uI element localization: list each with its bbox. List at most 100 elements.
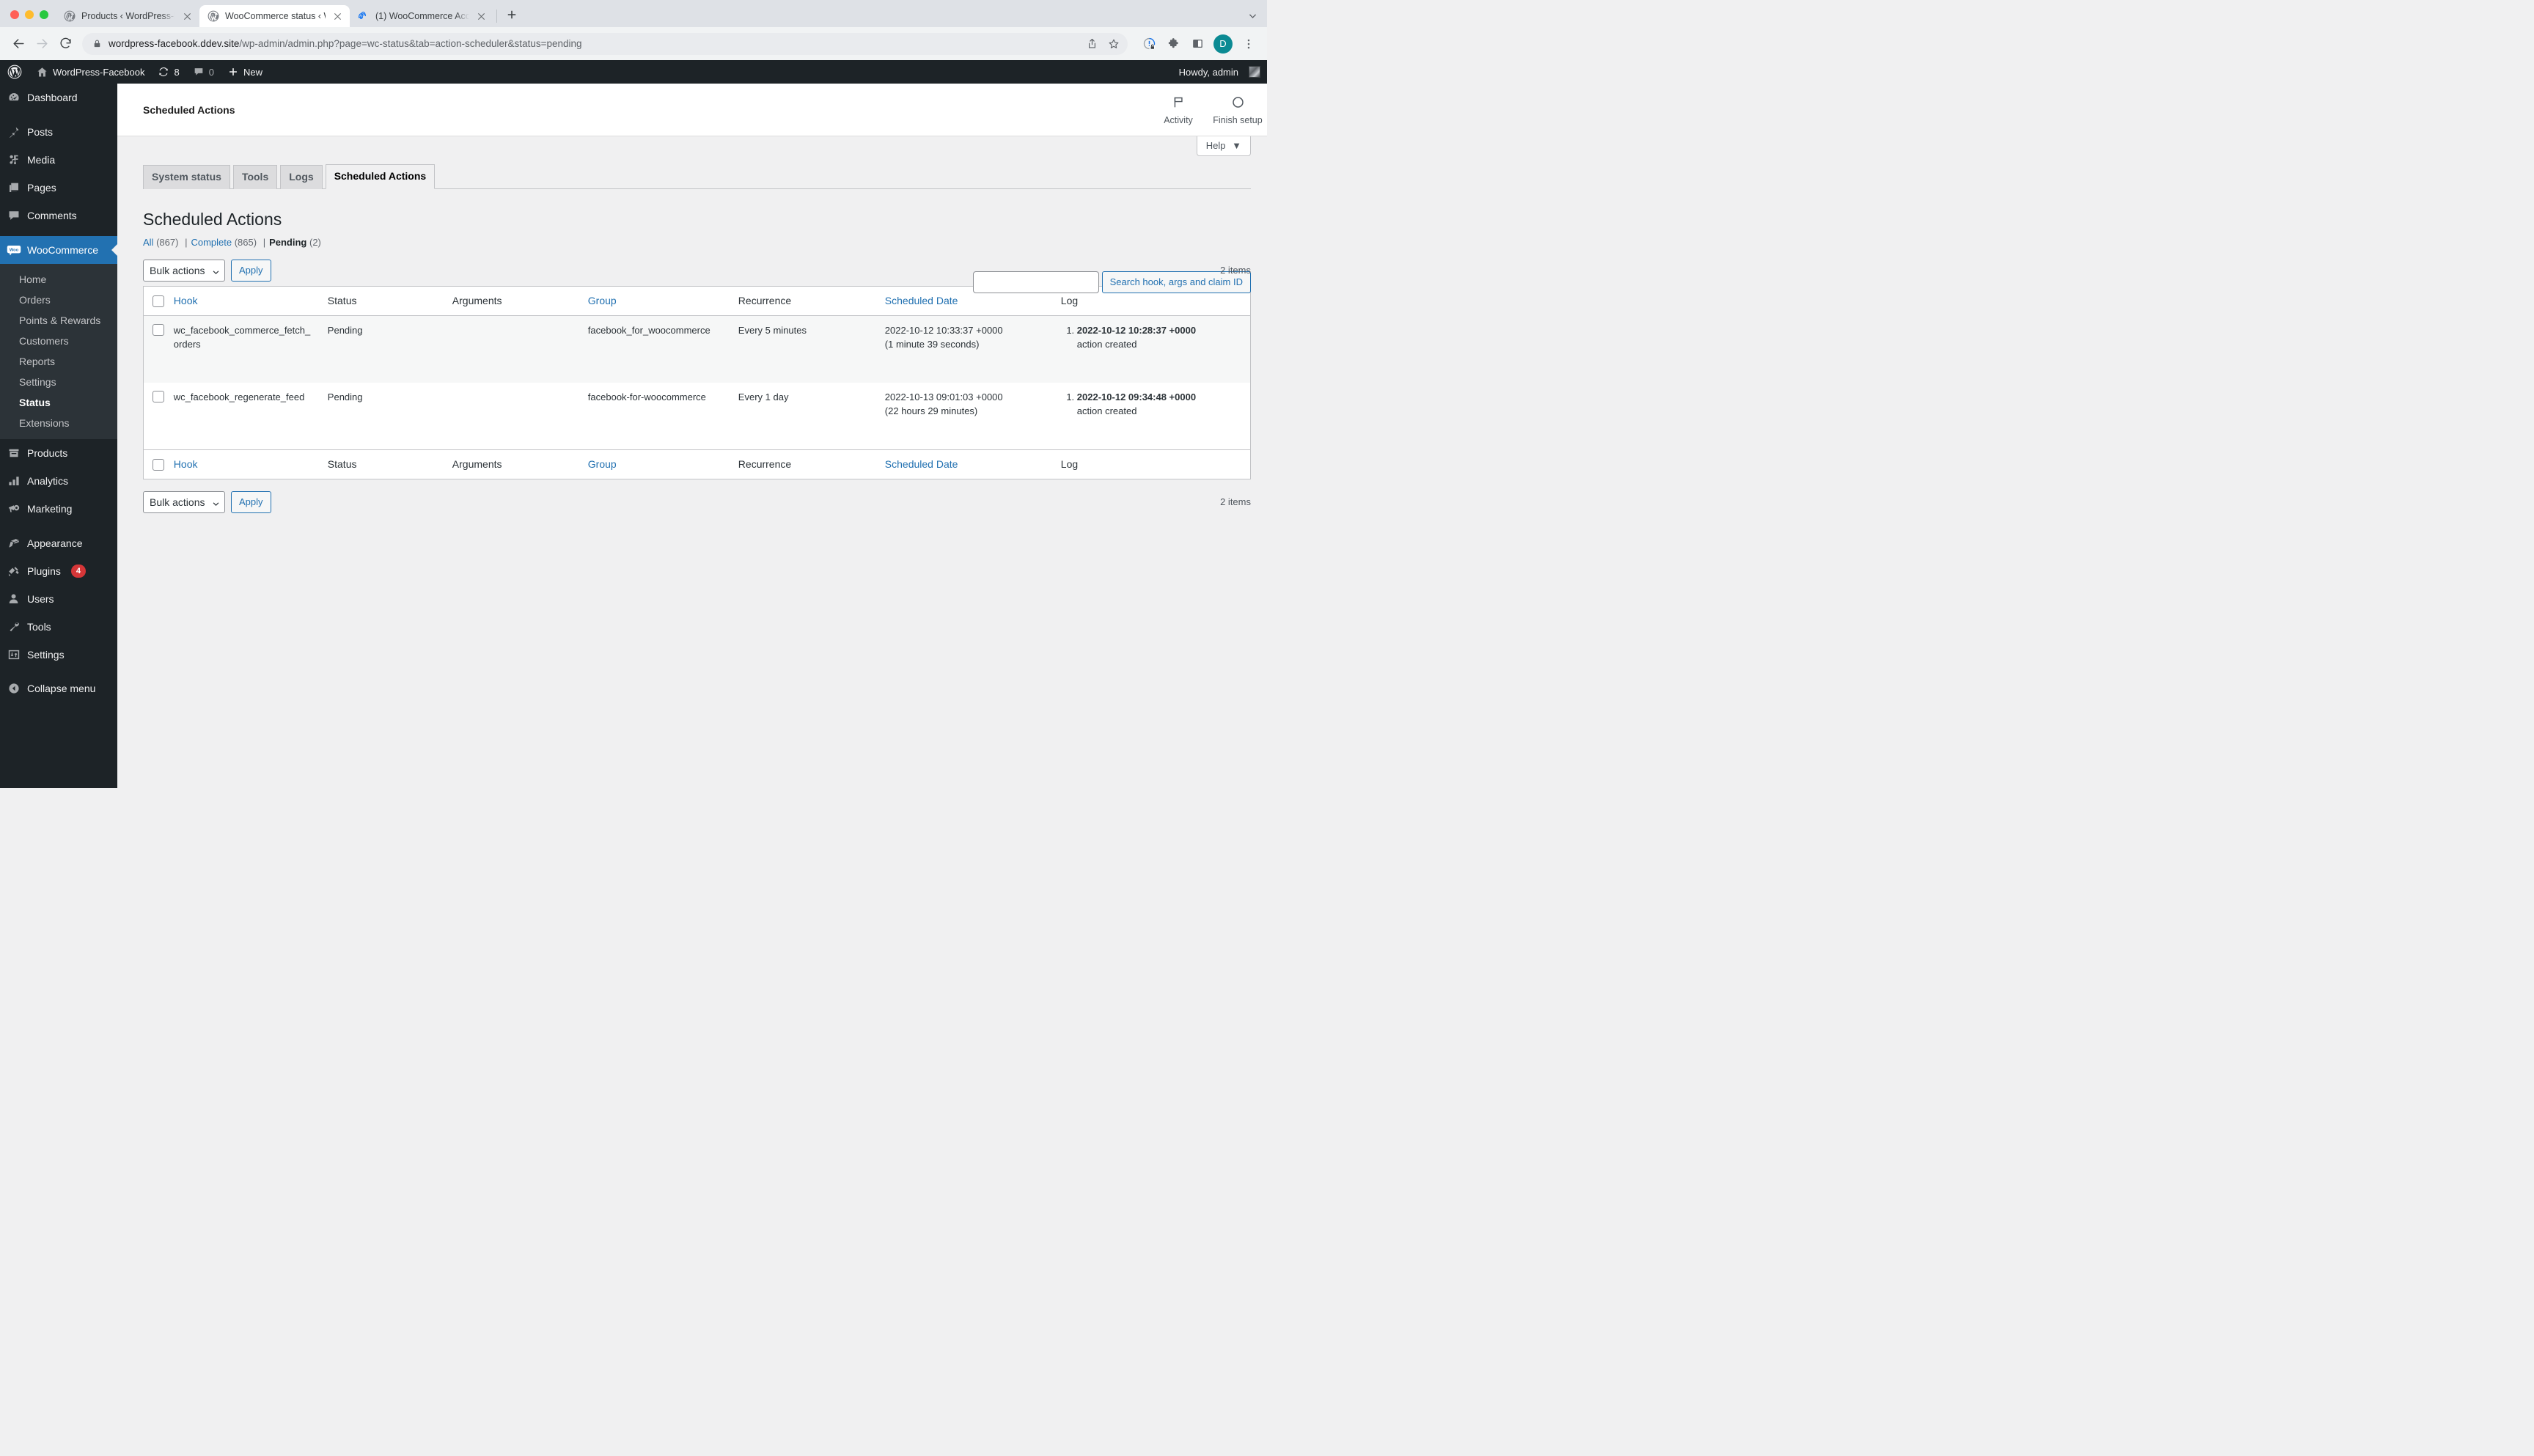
puzzle-icon[interactable] — [1162, 33, 1184, 55]
tab-logs[interactable]: Logs — [280, 165, 323, 189]
sidebar-item-settings[interactable]: Settings — [0, 641, 117, 669]
collapse-menu-label: Collapse menu — [27, 683, 96, 694]
profile-avatar[interactable]: D — [1213, 34, 1233, 54]
wp-logo-menu[interactable] — [0, 60, 29, 84]
activity-panel-tab-activity[interactable]: Activity — [1148, 84, 1208, 136]
filter-separator: | — [185, 236, 188, 248]
row-checkbox[interactable] — [153, 323, 164, 336]
filter-link-complete[interactable]: Complete — [191, 237, 232, 248]
avatar — [1249, 66, 1260, 78]
bulk-actions-select-top[interactable]: Bulk actions Delete Run — [143, 259, 225, 282]
browser-tab-woocommerce-status[interactable]: WooCommerce status ‹ WordP — [199, 5, 350, 27]
updates-menu[interactable]: 8 — [151, 60, 186, 84]
sidebar-item-products[interactable]: Products — [0, 439, 117, 467]
submenu-item-reports[interactable]: Reports — [0, 351, 117, 372]
close-icon[interactable] — [181, 10, 193, 22]
browser-tab-products[interactable]: Products ‹ WordPress-Faceboo — [56, 5, 199, 27]
sort-link-group[interactable]: Group — [588, 295, 617, 306]
home-icon — [36, 66, 48, 78]
sidebar-item-pages[interactable]: Pages — [0, 174, 117, 202]
sidebar-item-plugins[interactable]: Plugins 4 — [0, 557, 117, 585]
filter-link-pending[interactable]: Pending — [269, 237, 306, 248]
tab-scheduled-actions[interactable]: Scheduled Actions — [325, 164, 436, 189]
submenu-item-settings[interactable]: Settings — [0, 372, 117, 392]
sidebar-item-label: Comments — [27, 210, 77, 221]
activity-panel-tab-finish-setup[interactable]: Finish setup — [1208, 84, 1267, 136]
bulk-apply-button-bottom[interactable]: Apply — [231, 490, 271, 513]
close-window-button[interactable] — [10, 10, 19, 19]
select-all-checkbox-footer[interactable] — [153, 458, 164, 471]
submenu-item-customers[interactable]: Customers — [0, 331, 117, 351]
three-dot-menu-icon[interactable] — [1238, 33, 1260, 55]
chevron-down-icon[interactable] — [1245, 8, 1260, 23]
sort-link-group-footer[interactable]: Group — [588, 458, 617, 470]
submenu-item-status[interactable]: Status — [0, 392, 117, 413]
bulk-actions-select-bottom[interactable]: Bulk actions Delete Run — [143, 490, 225, 513]
side-panel-icon[interactable] — [1186, 33, 1208, 55]
address-bar[interactable]: wordpress-facebook.ddev.site/wp-admin/ad… — [82, 32, 1128, 55]
site-name-menu[interactable]: WordPress-Facebook — [29, 60, 151, 84]
maximize-window-button[interactable] — [40, 10, 48, 19]
sort-link-hook[interactable]: Hook — [174, 295, 198, 306]
sidebar-item-woocommerce[interactable]: Woo WooCommerce — [0, 236, 117, 264]
help-toggle-button[interactable]: Help ▼ — [1196, 136, 1251, 156]
column-header-hook[interactable]: Hook — [166, 286, 320, 316]
filter-all: All (867) | — [143, 237, 191, 248]
close-icon[interactable] — [331, 10, 343, 22]
sidebar-item-label: Posts — [27, 126, 54, 138]
forward-arrow-icon[interactable] — [31, 33, 53, 55]
star-icon[interactable] — [1104, 34, 1123, 54]
sort-link-hook-footer[interactable]: Hook — [174, 458, 198, 470]
comments-menu[interactable]: 0 — [186, 60, 221, 84]
sidebar-item-posts[interactable]: Posts — [0, 118, 117, 146]
column-footer-group[interactable]: Group — [580, 449, 731, 479]
sort-link-scheduled-date-footer[interactable]: Scheduled Date — [885, 458, 958, 470]
scheduled-date-value: 2022-10-12 10:33:37 +0000 — [884, 324, 1003, 336]
sidebar-item-analytics[interactable]: Analytics — [0, 467, 117, 495]
sidebar-item-appearance[interactable]: Appearance — [0, 529, 117, 557]
bulk-apply-button-top[interactable]: Apply — [231, 259, 271, 282]
new-tab-button[interactable] — [502, 4, 522, 25]
table-foot: Hook Status Arguments Group Recurrence S… — [144, 449, 1250, 479]
column-header-status: Status — [320, 286, 445, 316]
column-footer-hook[interactable]: Hook — [166, 449, 320, 479]
browser-tab-woocommerce-account[interactable]: (1) WooCommerce Account — [350, 5, 493, 27]
sidebar-item-users[interactable]: Users — [0, 585, 117, 613]
sidebar-item-marketing[interactable]: Marketing — [0, 495, 117, 523]
column-footer-scheduled-date[interactable]: Scheduled Date — [877, 449, 1054, 479]
reload-icon[interactable] — [54, 33, 76, 55]
column-header-group[interactable]: Group — [580, 286, 731, 316]
filter-link-all[interactable]: All — [143, 237, 153, 248]
sidebar-item-label: Tools — [27, 621, 51, 633]
sidebar-item-label: Pages — [27, 182, 56, 194]
my-account-menu[interactable]: Howdy, admin — [1172, 60, 1267, 84]
submenu-item-points-rewards[interactable]: Points & Rewards — [0, 310, 117, 331]
sidebar-item-label: Users — [27, 593, 54, 605]
tab-tools[interactable]: Tools — [232, 165, 278, 189]
tab-system-status[interactable]: System status — [143, 165, 230, 189]
submenu-item-orders[interactable]: Orders — [0, 290, 117, 310]
share-icon[interactable] — [1082, 34, 1101, 54]
browser-tabstrip: Products ‹ WordPress-Faceboo WooCommerce… — [0, 0, 1267, 27]
sidebar-item-tools[interactable]: Tools — [0, 613, 117, 641]
cell-scheduled-date: 2022-10-12 10:33:37 +0000 (1 minute 39 s… — [877, 315, 1054, 383]
sort-link-scheduled-date[interactable]: Scheduled Date — [885, 295, 958, 306]
select-all-checkbox[interactable] — [153, 295, 164, 307]
sidebar-item-comments[interactable]: Comments — [0, 202, 117, 229]
submenu-item-home[interactable]: Home — [0, 269, 117, 290]
back-arrow-icon[interactable] — [7, 33, 29, 55]
comments-count: 0 — [208, 66, 214, 78]
close-icon[interactable] — [475, 10, 487, 22]
woocommerce-submenu: Home Orders Points & Rewards Customers R… — [0, 264, 117, 439]
privacy-lock-icon[interactable] — [1138, 33, 1160, 55]
sidebar-item-label: Products — [27, 447, 68, 459]
new-content-menu[interactable]: New — [221, 60, 269, 84]
settings-icon — [7, 647, 21, 662]
collapse-menu-button[interactable]: Collapse menu — [0, 674, 117, 702]
sidebar-item-dashboard[interactable]: Dashboard — [0, 84, 117, 111]
row-checkbox[interactable] — [153, 390, 164, 402]
submenu-item-extensions[interactable]: Extensions — [0, 413, 117, 433]
minimize-window-button[interactable] — [25, 10, 34, 19]
sidebar-item-media[interactable]: Media — [0, 146, 117, 174]
tablenav-top: Bulk actions Delete Run Apply 2 items — [143, 255, 1251, 286]
